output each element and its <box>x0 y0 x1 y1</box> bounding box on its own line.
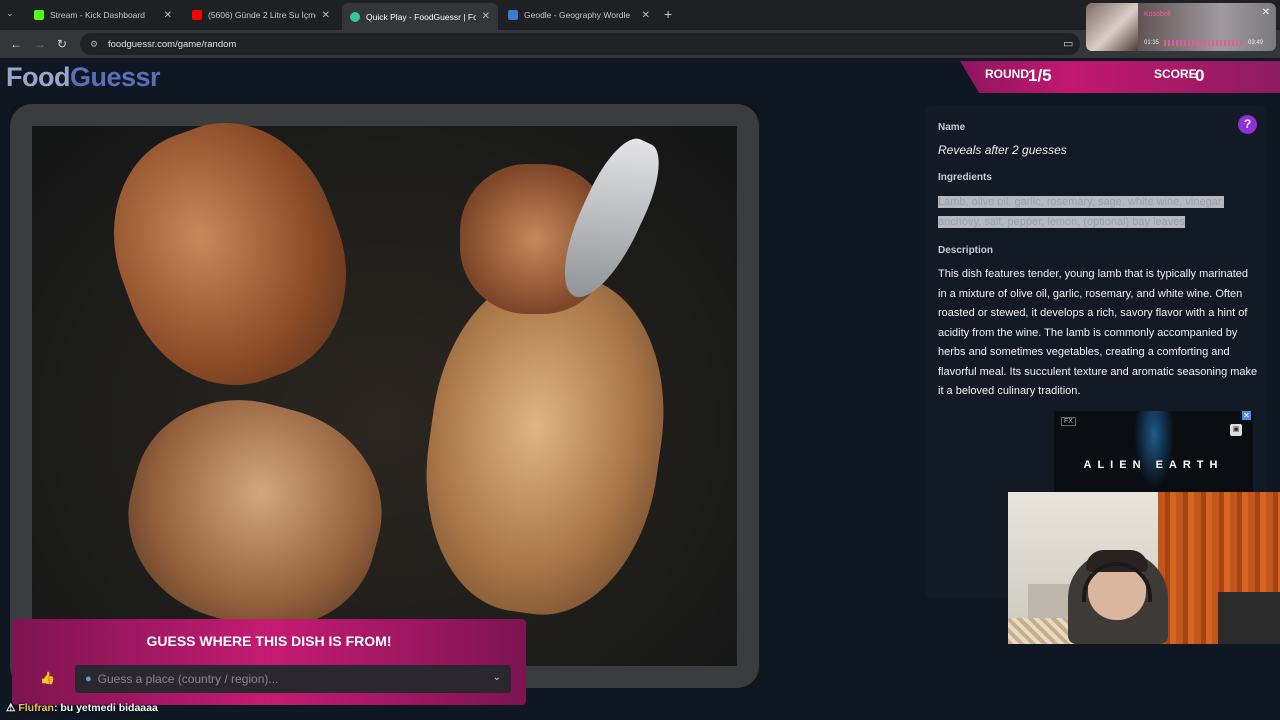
site-info-icon[interactable]: ⚙ <box>90 39 100 49</box>
help-icon[interactable]: ? <box>1238 115 1257 134</box>
geodle-icon <box>508 10 518 20</box>
guess-title: GUESS WHERE THIS DISH IS FROM! <box>146 633 392 649</box>
description-label: Description <box>938 245 994 256</box>
media-thumbnail <box>1086 3 1138 51</box>
lock-icon: ▣ <box>1230 424 1242 436</box>
score-label: SCORE <box>1154 67 1197 81</box>
tab-kick-dashboard[interactable]: Stream - Kick Dashboard ✕ <box>26 4 180 26</box>
chat-username: Flufran <box>18 702 54 714</box>
round-label: ROUND <box>985 67 1029 81</box>
new-tab-icon[interactable]: + <box>664 6 672 22</box>
close-icon[interactable]: ✕ <box>322 10 330 21</box>
kick-icon <box>34 10 44 20</box>
media-time-start: 01:35 <box>1144 40 1160 46</box>
close-icon[interactable]: ✕ <box>642 10 650 21</box>
thumbs-up-icon[interactable]: 👍 <box>40 671 55 685</box>
webcam-overlay <box>1008 492 1280 644</box>
cast-icon[interactable]: ▭ <box>1063 37 1073 50</box>
chat-badge-icon: ⚠ <box>6 702 19 714</box>
media-title: Kosoboli <box>1144 11 1171 18</box>
ingredients-value: Lamb, olive oil, garlic, rosemary, sage,… <box>938 196 1224 228</box>
foodguessr-icon <box>350 11 360 22</box>
description-value: This dish features tender, young lamb th… <box>938 268 1258 397</box>
dish-photo <box>10 104 759 688</box>
ingredients-label: Ingredients <box>938 172 992 183</box>
ad-brand: FX <box>1061 417 1076 426</box>
foodguessr-logo[interactable]: FoodGuessr <box>6 62 161 93</box>
tab-youtube[interactable]: (5606) Günde 2 Litre Su İçmeli mi? ✕ <box>184 4 338 26</box>
youtube-icon <box>192 10 202 20</box>
ad-title: ALIEN EARTH <box>1083 459 1224 471</box>
tab-search-icon[interactable]: ⌄ <box>6 8 14 19</box>
close-icon[interactable]: ✕ <box>482 11 490 22</box>
reload-icon[interactable]: ↻ <box>57 37 67 51</box>
round-value: 1/5 <box>1028 66 1052 85</box>
chat-text: : bu yetmedi bidaaaa <box>53 702 158 714</box>
guess-location-input[interactable]: ● Guess a place (country / region)... ⌄ <box>75 665 511 693</box>
tab-geodle[interactable]: Geodle - Geography Wordle ✕ <box>500 4 658 26</box>
chat-message: ⚠ Flufran: bu yetmedi bidaaaa <box>6 702 158 714</box>
score-value: 0 <box>1195 66 1205 85</box>
tab-foodguessr[interactable]: Quick Play - FoodGuessr | Food ✕ <box>342 3 498 30</box>
media-player-overlay[interactable]: Kosoboli 01:35 03:49 ✕ <box>1086 3 1276 51</box>
back-icon[interactable]: ← <box>10 37 22 51</box>
chevron-down-icon[interactable]: ⌄ <box>493 672 501 683</box>
advertisement[interactable]: FX ▣ ✕ ALIEN EARTH <box>1054 411 1253 493</box>
address-bar[interactable]: ⚙ foodguessr.com/game/random <box>80 33 1080 55</box>
name-value: Reveals after 2 guesses <box>938 143 1067 157</box>
alien-artwork <box>1134 411 1174 489</box>
gaming-chair <box>1218 592 1280 644</box>
close-icon[interactable]: ✕ <box>1262 7 1270 18</box>
globe-icon: ● <box>85 673 92 685</box>
ad-close-icon[interactable]: ✕ <box>1242 411 1251 420</box>
close-icon[interactable]: ✕ <box>164 10 172 21</box>
media-progress[interactable] <box>1164 40 1244 46</box>
forward-icon[interactable]: → <box>34 37 46 51</box>
name-label: Name <box>938 122 966 133</box>
media-time-end: 03:49 <box>1248 40 1264 46</box>
